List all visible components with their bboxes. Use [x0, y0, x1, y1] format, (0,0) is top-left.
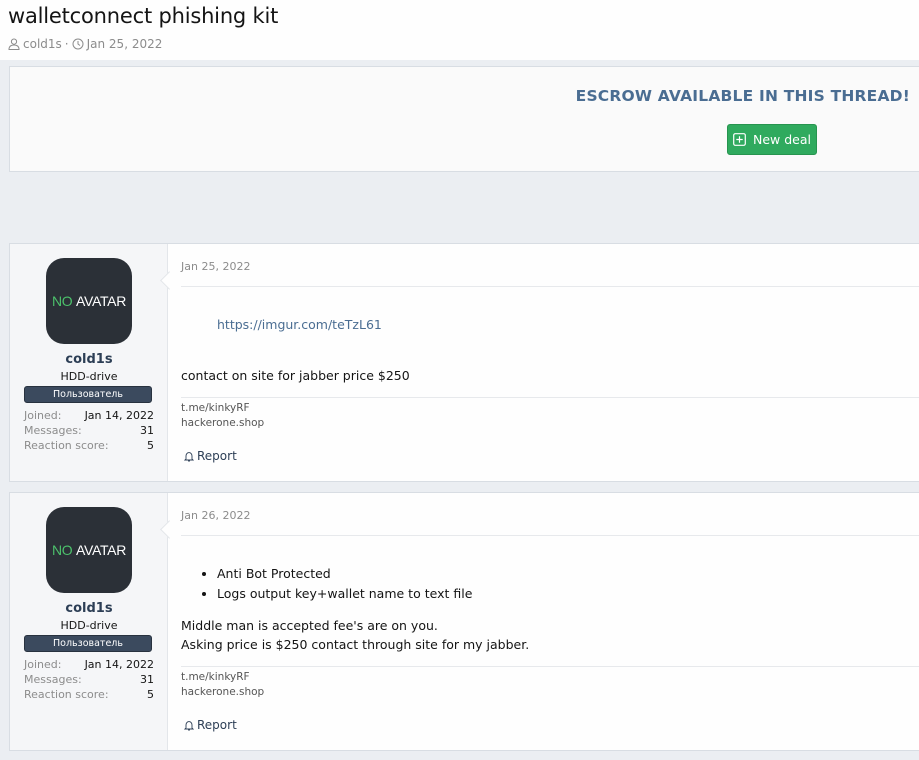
stat-value-messages[interactable]: 31: [140, 423, 154, 438]
username-link[interactable]: cold1s: [10, 352, 168, 367]
escrow-title: ESCROW AVAILABLE IN THIS THREAD!: [575, 87, 910, 105]
feature-list: Anti Bot Protected Logs output key+walle…: [181, 564, 472, 604]
thread-date-link[interactable]: Jan 25, 2022: [87, 37, 163, 51]
signature-line: t.me/kinkyRF: [181, 671, 250, 683]
report-label: Report: [197, 718, 237, 732]
body-line: Asking price is $250 contact through sit…: [181, 637, 530, 652]
user-icon: [8, 38, 20, 50]
stat-label-reaction: Reaction score:: [24, 439, 109, 452]
bell-icon: [184, 451, 194, 461]
avatar-avatar-text: AVATAR: [75, 542, 127, 558]
clock-icon: [72, 38, 84, 50]
thread-meta: cold1s · Jan 25, 2022: [8, 37, 162, 51]
user-banner: Пользователь: [24, 386, 152, 403]
new-deal-button[interactable]: New deal: [727, 124, 817, 155]
imgur-link[interactable]: https://imgur.com/teTzL61: [217, 317, 382, 332]
avatar[interactable]: NO AVATAR: [46, 258, 132, 344]
stat-label-joined: Joined:: [24, 658, 62, 671]
signature: t.me/kinkyRF hackerone.shop: [181, 401, 264, 431]
new-deal-label: New deal: [753, 132, 811, 147]
avatar-no-text: NO: [51, 542, 73, 558]
post-body-text: Middle man is accepted fee's are on you.…: [181, 616, 529, 654]
post-user-cell: NO AVATAR cold1s HDD-drive Пользователь …: [10, 493, 168, 750]
stat-value-reaction: 5: [147, 688, 154, 701]
post-date-link[interactable]: Jan 25, 2022: [181, 260, 250, 273]
post: NO AVATAR cold1s HDD-drive Пользователь …: [9, 243, 919, 482]
user-banner: Пользователь: [24, 635, 152, 652]
plus-square-icon: [733, 133, 746, 146]
report-label: Report: [197, 449, 237, 463]
divider: [181, 397, 919, 398]
user-title: HDD-drive: [60, 619, 118, 632]
signature-line: hackerone.shop: [181, 417, 265, 429]
stat-label-messages: Messages:: [24, 673, 82, 686]
divider: [181, 286, 919, 287]
list-item: Logs output key+wallet name to text file: [217, 584, 472, 604]
report-link[interactable]: Report: [184, 718, 237, 732]
signature-line: hackerone.shop: [181, 686, 265, 698]
meta-separator: ·: [64, 37, 69, 51]
body-line: Middle man is accepted fee's are on you.: [181, 618, 438, 633]
divider: [181, 535, 919, 536]
post-date-link[interactable]: Jan 26, 2022: [181, 509, 250, 522]
avatar-no-text: NO: [51, 293, 73, 309]
report-link[interactable]: Report: [184, 449, 237, 463]
avatar[interactable]: NO AVATAR: [46, 507, 132, 593]
list-item: Anti Bot Protected: [217, 564, 472, 584]
avatar-avatar-text: AVATAR: [75, 293, 127, 309]
post-user-cell: NO AVATAR cold1s HDD-drive Пользователь …: [10, 244, 168, 481]
user-title: HDD-drive: [60, 370, 118, 383]
stat-label-joined: Joined:: [24, 409, 62, 422]
stat-label-reaction: Reaction score:: [24, 688, 109, 701]
stat-value-joined: Jan 14, 2022: [84, 658, 154, 671]
stat-value-reaction: 5: [147, 439, 154, 452]
signature: t.me/kinkyRF hackerone.shop: [181, 670, 264, 700]
escrow-panel: ESCROW AVAILABLE IN THIS THREAD! New dea…: [9, 66, 919, 172]
stat-value-joined: Jan 14, 2022: [84, 409, 154, 422]
user-stats: Joined: Jan 14, 2022 Messages: 31 Reaction…: [24, 657, 154, 702]
stat-label-messages: Messages:: [24, 424, 82, 437]
stat-value-messages[interactable]: 31: [140, 672, 154, 687]
divider: [181, 666, 919, 667]
bell-icon: [184, 720, 194, 730]
username-link[interactable]: cold1s: [10, 601, 168, 616]
post: NO AVATAR cold1s HDD-drive Пользователь …: [9, 492, 919, 751]
signature-line: t.me/kinkyRF: [181, 402, 250, 414]
thread-author-link[interactable]: cold1s: [23, 37, 62, 51]
user-stats: Joined: Jan 14, 2022 Messages: 31 Reaction…: [24, 408, 154, 453]
page-title: walletconnect phishing kit: [8, 4, 279, 28]
post-body-text: contact on site for jabber price $250: [181, 368, 410, 383]
